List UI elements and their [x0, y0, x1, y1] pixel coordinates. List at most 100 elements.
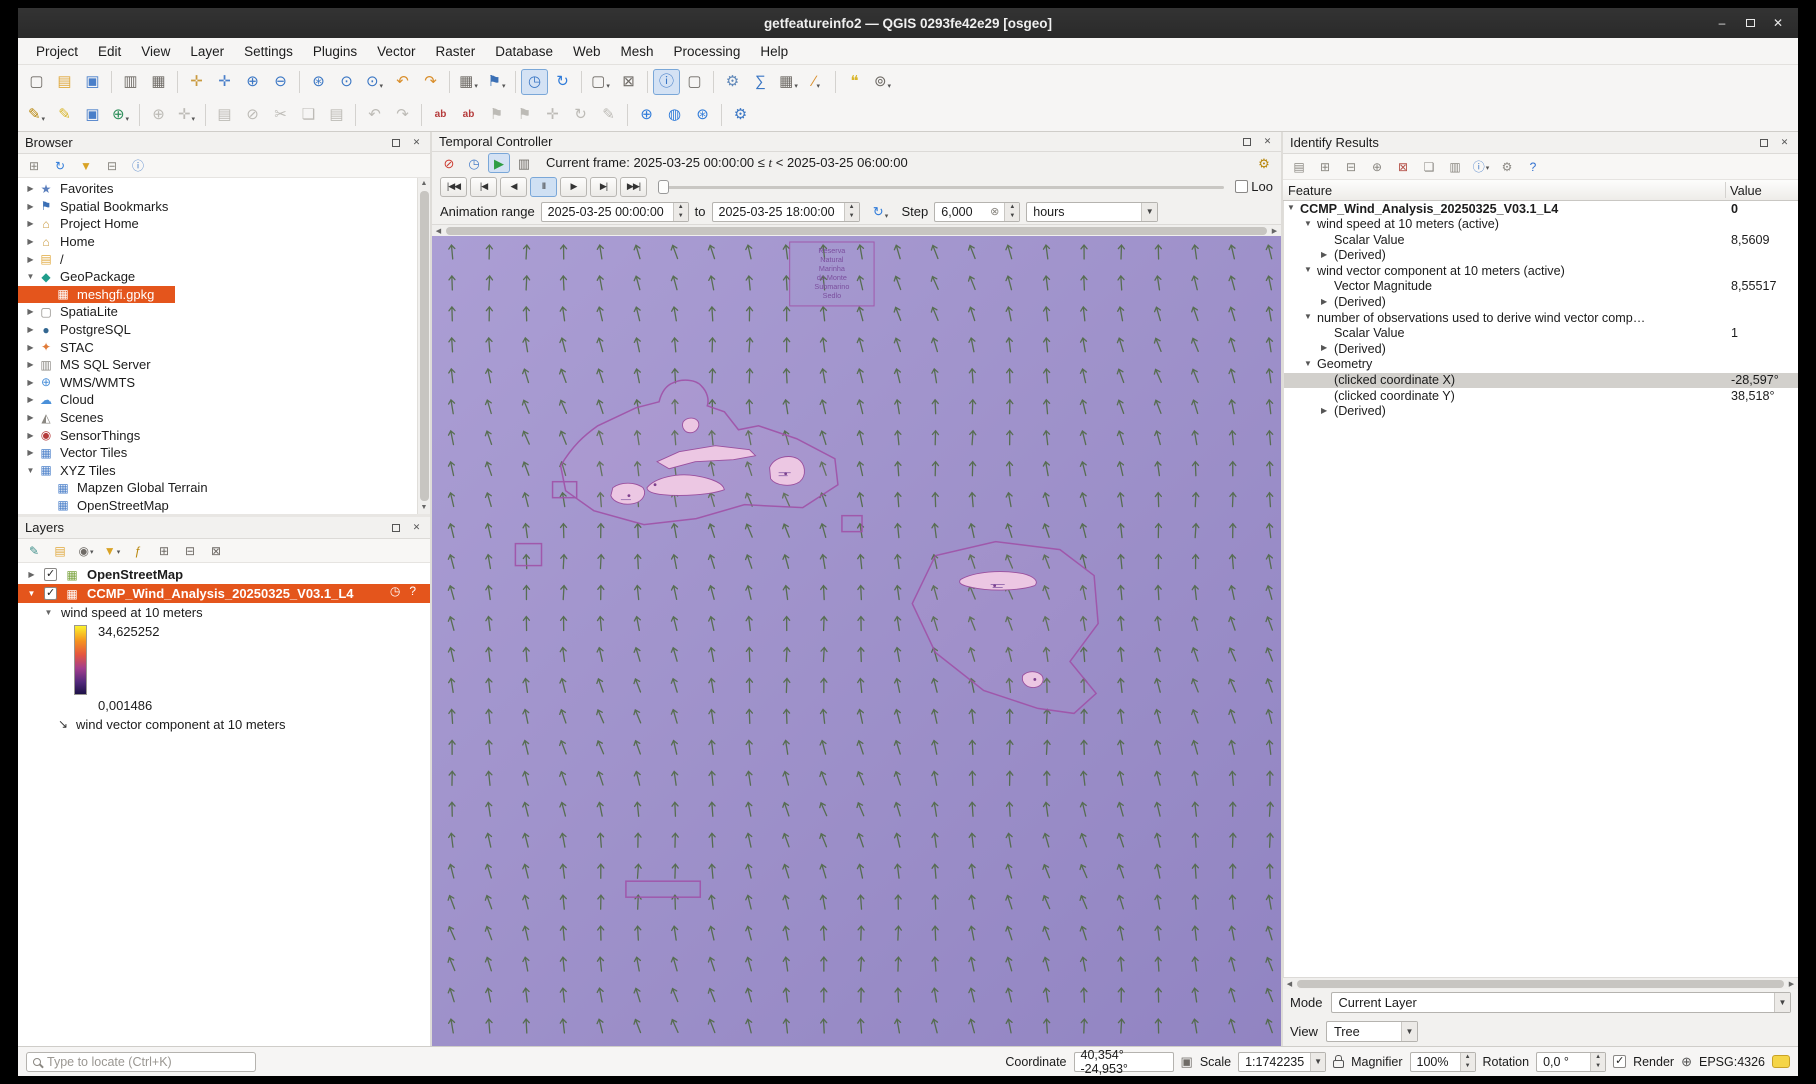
menu-view[interactable]: View [131, 41, 180, 62]
scrollbar-thumb[interactable] [1297, 980, 1784, 988]
expander-icon[interactable]: ▶ [1321, 406, 1327, 415]
vertex-tool-button[interactable]: ✛▾ [173, 102, 200, 128]
next-frame-button[interactable]: ▶| [590, 177, 617, 197]
new-map-view-button[interactable]: ▦▾ [455, 69, 482, 95]
select-features-button[interactable]: ▢▾ [587, 69, 614, 95]
menu-help[interactable]: Help [750, 41, 798, 62]
expander-icon[interactable]: ▶ [24, 395, 37, 404]
expander-icon[interactable]: ▼ [24, 272, 37, 281]
zoom-last-button[interactable]: ↶ [389, 69, 416, 95]
identify-row-clicked-coordinate-x[interactable]: (clicked coordinate X)-28,597° [1284, 373, 1798, 389]
scroll-left-icon[interactable]: ◀ [432, 227, 445, 235]
column-value[interactable]: Value [1730, 180, 1762, 201]
browser-item-postgresql[interactable]: ▶●PostgreSQL [18, 321, 430, 339]
temporal-float-button[interactable] [1240, 135, 1253, 148]
menu-layer[interactable]: Layer [180, 41, 234, 62]
expander-icon[interactable]: ▼ [1304, 265, 1312, 274]
browser-item-[interactable]: ▶▤/ [18, 250, 430, 268]
map-tips-button[interactable]: ❝ [841, 69, 868, 95]
menu-database[interactable]: Database [485, 41, 563, 62]
browser-scrollbar[interactable]: ▲ ▼ [417, 178, 430, 514]
identify-row-number-of-observations-used-to-derive-wind-vector-comp[interactable]: ▼number of observations used to derive w… [1284, 310, 1798, 326]
browser-item-spatialite[interactable]: ▶▢SpatiaLite [18, 303, 430, 321]
play-backward-button[interactable]: ◀ [500, 177, 527, 197]
browser-item-home[interactable]: ▶⌂Home [18, 233, 430, 251]
change-label-button[interactable]: ✎ [595, 102, 622, 128]
expander-icon[interactable]: ▶ [1321, 250, 1327, 259]
copy-feature-icon[interactable]: ❏ [1418, 157, 1440, 177]
new-project-button[interactable]: ▢ [23, 69, 50, 95]
measure-button[interactable]: ∕▾ [803, 69, 830, 95]
magnifier-spinbox[interactable]: 100% ▲▼ [1410, 1052, 1476, 1072]
attribute-table-button[interactable]: ▦▾ [775, 69, 802, 95]
deselect-features-button[interactable]: ⊠ [615, 69, 642, 95]
browser-item-cloud[interactable]: ▶☁Cloud [18, 391, 430, 409]
epsg-button[interactable]: EPSG:4326 [1699, 1055, 1765, 1069]
layers-float-button[interactable] [389, 521, 402, 534]
manage-map-themes-icon[interactable]: ◉▾ [75, 541, 97, 561]
print-response-icon[interactable]: ▥ [1444, 157, 1466, 177]
add-feature-button[interactable]: ⊕ [145, 102, 172, 128]
open-form-icon[interactable]: ▤ [1288, 157, 1310, 177]
zoom-next-button[interactable]: ↷ [417, 69, 444, 95]
expander-icon[interactable]: ▼ [24, 466, 37, 475]
temporal-nav-fixed-button[interactable]: ◷ [463, 153, 485, 173]
expander-icon[interactable]: ▶ [24, 184, 37, 193]
current-edits-button[interactable]: ✎▾ [23, 102, 50, 128]
expander-icon[interactable]: ▼ [42, 608, 55, 617]
add-group-icon[interactable]: ▤ [49, 541, 71, 561]
browser-item-favorites[interactable]: ▶★Favorites [18, 180, 430, 198]
zoom-out-button[interactable]: ⊖ [267, 69, 294, 95]
expander-icon[interactable]: ▼ [1287, 203, 1295, 212]
temporal-close-button[interactable]: ✕ [1261, 135, 1274, 148]
browser-item-openstreetmap[interactable]: ▦OpenStreetMap [18, 497, 430, 514]
coordinate-input[interactable]: 40,354° -24,953° [1074, 1052, 1174, 1072]
browser-item-meshgfi-gpkg[interactable]: ▦meshgfi.gpkg [18, 286, 175, 304]
open-layer-styling-icon[interactable]: ✎ [23, 541, 45, 561]
identify-settings-icon[interactable]: ⚙ [1496, 157, 1518, 177]
temporal-controller-button[interactable]: ◷ [521, 69, 548, 95]
expander-icon[interactable]: ▶ [24, 255, 37, 264]
expand-new-results-icon[interactable]: ⊕ [1366, 157, 1388, 177]
temporal-nav-animated-button[interactable]: ▶ [488, 153, 510, 173]
zoom-to-layer-button[interactable]: ⊙▾ [361, 69, 388, 95]
slider-handle[interactable] [658, 180, 669, 194]
layers-close-button[interactable]: ✕ [410, 521, 423, 534]
column-feature[interactable]: Feature [1288, 180, 1332, 201]
rotation-spinbox[interactable]: 0,0 ° ▲▼ [1536, 1052, 1606, 1072]
scroll-down-icon[interactable]: ▼ [421, 502, 428, 514]
collapse-all-icon[interactable]: ⊟ [179, 541, 201, 561]
menu-raster[interactable]: Raster [425, 41, 485, 62]
zoom-in-button[interactable]: ⊕ [239, 69, 266, 95]
temporal-nav-off-button[interactable]: ⊘ [438, 153, 460, 173]
loop-checkbox[interactable] [1235, 180, 1248, 193]
layer-visibility-checkbox[interactable] [44, 587, 57, 600]
browser-item-scenes[interactable]: ▶◭Scenes [18, 409, 430, 427]
identify-float-button[interactable] [1757, 136, 1770, 149]
expander-icon[interactable]: ▶ [24, 202, 37, 211]
identify-hscrollbar[interactable]: ◀ ▶ [1283, 977, 1798, 989]
range-end-input[interactable]: 2025-03-25 18:00:00 ▲▼ [712, 202, 860, 222]
add-selected-layers-icon[interactable]: ⊞ [23, 156, 45, 176]
browser-item-project-home[interactable]: ▶⌂Project Home [18, 215, 430, 233]
layer-diagram-button[interactable]: ab [455, 102, 482, 128]
undo-button[interactable]: ↶ [361, 102, 388, 128]
menu-mesh[interactable]: Mesh [611, 41, 664, 62]
zoom-full-button[interactable]: ⊛ [305, 69, 332, 95]
spin-buttons[interactable]: ▲▼ [673, 203, 688, 221]
pan-to-selection-button[interactable]: ✛ [211, 69, 238, 95]
help-icon[interactable]: ? [1522, 157, 1544, 177]
expander-icon[interactable]: ▶ [24, 219, 37, 228]
expander-icon[interactable]: ▶ [24, 343, 37, 352]
save-edits-button[interactable]: ▣ [79, 102, 106, 128]
menu-plugins[interactable]: Plugins [303, 41, 367, 62]
step-input[interactable]: 6,000 ⊗ ▲▼ [934, 202, 1020, 222]
scrollbar-thumb[interactable] [446, 227, 1267, 235]
expander-icon[interactable]: ▼ [1304, 312, 1312, 321]
set-range-from-project-button[interactable]: ↻ ▾ [866, 199, 896, 224]
identify-row-derived[interactable]: ▶(Derived) [1284, 248, 1798, 264]
identify-row-geometry[interactable]: ▼Geometry [1284, 357, 1798, 373]
clear-icon[interactable]: ⊗ [990, 205, 999, 218]
frame-slider[interactable] [658, 177, 1224, 197]
identify-close-button[interactable]: ✕ [1778, 136, 1791, 149]
